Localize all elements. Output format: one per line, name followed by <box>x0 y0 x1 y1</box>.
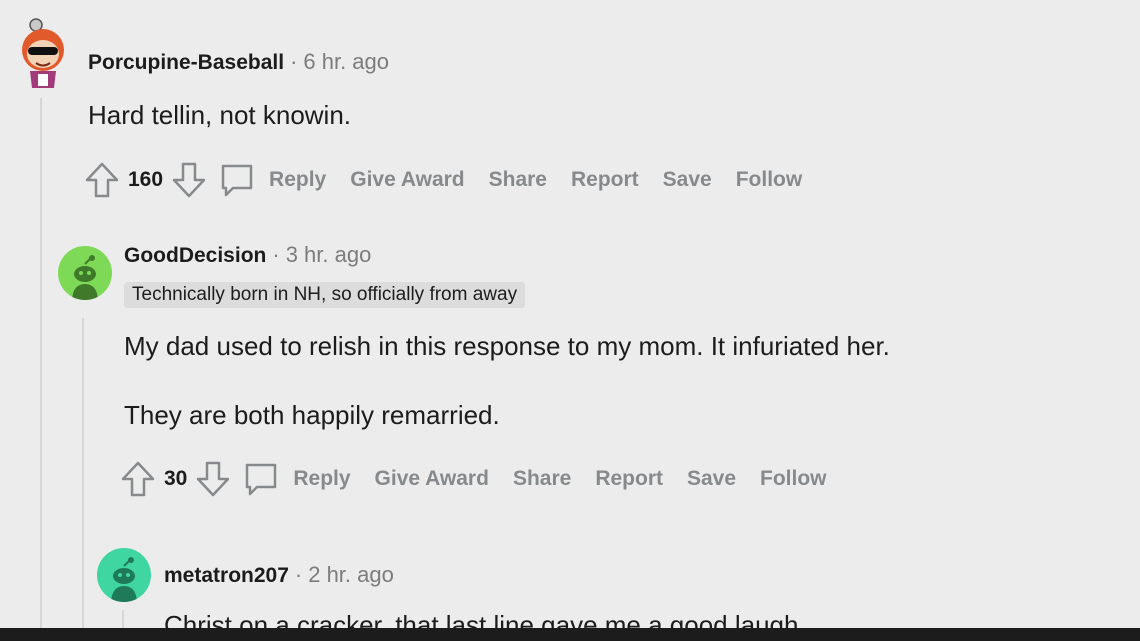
give-award-button[interactable]: Give Award <box>350 168 464 192</box>
comment-bubble-icon <box>243 461 279 497</box>
comment-actions: 160 Reply Give Award Share Report Save F… <box>84 160 826 200</box>
downvote-icon[interactable] <box>195 460 231 498</box>
comment-meta: metatron207 · 2 hr. ago <box>164 562 394 588</box>
avatar[interactable] <box>97 548 151 602</box>
comment-body: My dad used to relish in this response t… <box>124 331 890 361</box>
upvote-icon[interactable] <box>120 460 156 498</box>
user-flair: Technically born in NH, so officially fr… <box>124 282 526 308</box>
thread-line-reply[interactable] <box>82 318 84 628</box>
username[interactable]: GoodDecision <box>124 244 266 268</box>
reply-label: Reply <box>293 467 351 490</box>
timestamp[interactable]: 6 hr. ago <box>303 49 389 75</box>
share-button[interactable]: Share <box>513 467 571 491</box>
comment-actions: 30 Reply Give Award Share Report Save Fo… <box>120 459 851 499</box>
bottom-bar <box>0 628 1140 641</box>
meta-separator: · <box>294 562 303 587</box>
save-button[interactable]: Save <box>663 168 712 192</box>
comment-body: Hard tellin, not knowin. <box>88 100 352 130</box>
follow-button[interactable]: Follow <box>760 467 827 491</box>
downvote-icon[interactable] <box>171 161 207 199</box>
give-award-button[interactable]: Give Award <box>375 467 489 491</box>
comment-meta: Porcupine-Baseball · 6 hr. ago <box>88 49 389 75</box>
comment-meta: GoodDecision · 3 hr. ago <box>124 242 371 268</box>
upvote-icon[interactable] <box>84 161 120 199</box>
share-button[interactable]: Share <box>489 168 547 192</box>
avatar[interactable] <box>58 246 112 300</box>
comment-body: They are both happily remarried. <box>124 400 500 430</box>
thread-line-nested[interactable] <box>122 610 124 628</box>
snoo-avatar-icon <box>72 255 98 300</box>
vote-score: 160 <box>128 168 164 191</box>
snoo-avatar-icon <box>22 18 64 88</box>
report-button[interactable]: Report <box>595 467 663 491</box>
timestamp[interactable]: 3 hr. ago <box>286 242 372 268</box>
meta-separator: · <box>290 49 298 74</box>
username[interactable]: Porcupine-Baseball <box>88 51 284 75</box>
snoo-avatar-icon <box>111 557 137 602</box>
reply-label: Reply <box>269 168 327 191</box>
timestamp[interactable]: 2 hr. ago <box>308 562 394 588</box>
meta-separator: · <box>272 242 280 267</box>
avatar[interactable] <box>16 16 70 88</box>
vote-score: 30 <box>164 467 188 490</box>
reply-button[interactable]: Reply <box>219 162 326 198</box>
report-button[interactable]: Report <box>571 168 639 192</box>
comment-bubble-icon <box>219 162 255 198</box>
username[interactable]: metatron207 <box>164 564 289 588</box>
reply-button[interactable]: Reply <box>243 461 351 497</box>
thread-line-root[interactable] <box>40 98 42 628</box>
save-button[interactable]: Save <box>687 467 736 491</box>
follow-button[interactable]: Follow <box>736 168 803 192</box>
